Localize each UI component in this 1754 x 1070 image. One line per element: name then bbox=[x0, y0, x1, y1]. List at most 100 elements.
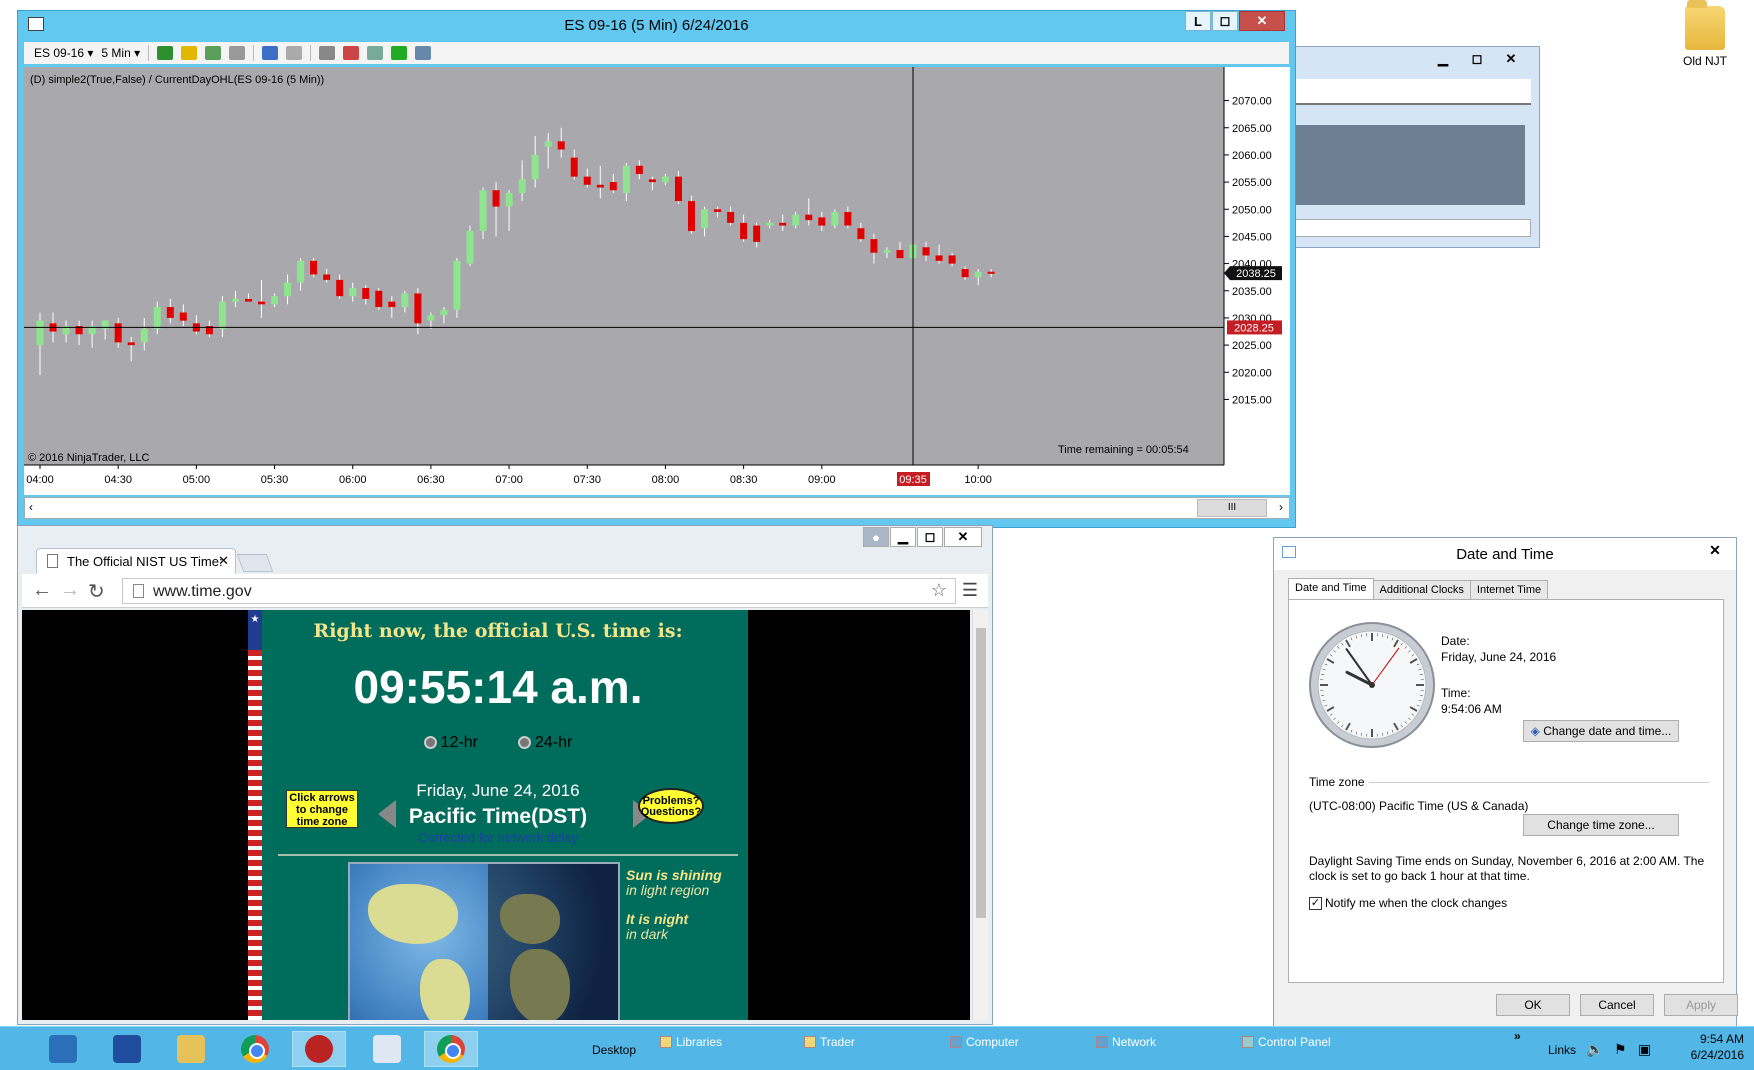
snapshot-icon[interactable] bbox=[367, 46, 384, 60]
night-shade bbox=[488, 864, 618, 1020]
chrome-window-icon[interactable] bbox=[424, 1031, 478, 1067]
notify-checkbox[interactable]: ✓ Notify me when the clock changes bbox=[1309, 896, 1507, 911]
menu-icon[interactable]: ☰ bbox=[962, 580, 978, 601]
apply-button[interactable]: Apply bbox=[1664, 994, 1738, 1016]
candle-body bbox=[362, 288, 370, 299]
data-box-icon[interactable] bbox=[343, 46, 360, 60]
control-panel-clock-icon[interactable] bbox=[360, 1031, 414, 1067]
tab-internet-time[interactable]: Internet Time bbox=[1469, 580, 1549, 599]
change-date-time-button[interactable]: ◈ Change date and time... bbox=[1523, 720, 1679, 742]
taskbar-link-libraries[interactable]: Libraries bbox=[660, 1035, 722, 1049]
chrome-icon[interactable] bbox=[228, 1031, 282, 1067]
date-time-dialog: Date and Time ✕ Date and Time Additional… bbox=[1273, 537, 1738, 1027]
daylight-map bbox=[348, 862, 620, 1020]
strategy-icon[interactable] bbox=[229, 46, 246, 60]
bookmark-star-icon[interactable]: ☆ bbox=[931, 580, 947, 601]
tab-close-icon[interactable]: ✕ bbox=[218, 553, 229, 569]
maximize-icon[interactable]: ◻ bbox=[917, 527, 943, 547]
instrument-selector[interactable]: ES 09-16 ▾ bbox=[34, 46, 93, 60]
format-24hr-radio[interactable]: 24-hr bbox=[518, 734, 572, 752]
interval-selector[interactable]: 5 Min ▾ bbox=[101, 46, 140, 60]
scroll-left-icon[interactable]: ‹ bbox=[29, 500, 33, 514]
taskbar-link-computer[interactable]: Computer bbox=[950, 1035, 1019, 1049]
new-tab-button[interactable] bbox=[236, 554, 274, 572]
candle-body bbox=[414, 293, 422, 324]
forward-icon[interactable]: → bbox=[60, 579, 80, 602]
candle-body bbox=[727, 211, 735, 223]
zoom-icon[interactable] bbox=[286, 46, 303, 60]
candle-body bbox=[596, 184, 604, 188]
dialog-titlebar[interactable]: Date and Time ✕ bbox=[1274, 538, 1736, 570]
taskbar-date: 6/24/2016 bbox=[1690, 1048, 1744, 1062]
change-time-zone-button[interactable]: Change time zone... bbox=[1523, 814, 1679, 836]
checkbox-icon[interactable]: ✓ bbox=[1309, 897, 1322, 911]
powershell-icon[interactable] bbox=[100, 1031, 154, 1067]
candle-body bbox=[635, 165, 643, 174]
taskbar: Desktop Libraries Trader Computer Networ… bbox=[0, 1026, 1754, 1070]
address-bar[interactable]: www.time.gov ☆ bbox=[122, 578, 956, 604]
minimize-icon[interactable]: ▁ bbox=[1427, 49, 1459, 69]
taskbar-link-trader[interactable]: Trader bbox=[804, 1035, 855, 1049]
link-l-button[interactable]: L bbox=[1185, 11, 1211, 31]
reload-icon[interactable]: ↻ bbox=[88, 579, 105, 604]
divider bbox=[1369, 782, 1709, 783]
folder-icon bbox=[1685, 0, 1725, 50]
bar-type-icon[interactable] bbox=[157, 46, 174, 60]
properties-icon[interactable] bbox=[319, 46, 336, 60]
north-america-shape bbox=[368, 884, 458, 944]
candle-body bbox=[844, 211, 852, 226]
tab-date-and-time[interactable]: Date and Time bbox=[1288, 578, 1374, 599]
server-manager-icon[interactable] bbox=[36, 1031, 90, 1067]
back-icon[interactable]: ← bbox=[32, 579, 52, 602]
user-icon[interactable]: ● bbox=[863, 527, 889, 547]
ok-button[interactable]: OK bbox=[1496, 994, 1570, 1016]
candle-body bbox=[153, 307, 161, 329]
links-toolbar-label[interactable]: Links bbox=[1548, 1043, 1576, 1057]
price-chart[interactable]: (D) simple2(True,False) / CurrentDayOHL(… bbox=[24, 67, 1290, 495]
volume-icon[interactable]: 🔈 bbox=[1586, 1041, 1603, 1058]
candle-body bbox=[740, 222, 748, 240]
page-icon bbox=[47, 554, 58, 568]
format-12hr-radio[interactable]: 12-hr bbox=[423, 734, 478, 752]
scroll-thumb[interactable] bbox=[976, 628, 986, 918]
file-explorer-icon[interactable] bbox=[164, 1031, 218, 1067]
close-icon[interactable]: ✕ bbox=[1495, 49, 1527, 69]
browser-vertical-scrollbar[interactable] bbox=[972, 610, 988, 1020]
maximize-icon[interactable]: ◻ bbox=[1212, 11, 1238, 31]
time-tick-label: 04:30 bbox=[104, 474, 132, 486]
taskbar-clock[interactable]: 9:54 AM 6/24/2016 bbox=[1691, 1031, 1744, 1063]
problems-button[interactable]: Problems? Questions? bbox=[638, 788, 704, 824]
indicator-icon[interactable] bbox=[205, 46, 222, 60]
taskbar-link-desktop[interactable]: Desktop bbox=[592, 1043, 636, 1057]
crosshair-icon[interactable] bbox=[262, 46, 279, 60]
dollar-icon[interactable] bbox=[391, 46, 408, 60]
drawing-tool-icon[interactable] bbox=[181, 46, 198, 60]
chart-horizontal-scrollbar[interactable]: ‹ III › bbox=[24, 497, 1290, 519]
ninjatrader-icon[interactable] bbox=[292, 1031, 346, 1067]
tab-additional-clocks[interactable]: Additional Clocks bbox=[1372, 580, 1471, 599]
network-tray-icon[interactable]: ▣ bbox=[1638, 1041, 1651, 1058]
minimize-icon[interactable]: ▁ bbox=[890, 527, 916, 547]
candle-body bbox=[531, 154, 539, 180]
taskbar-link-network[interactable]: Network bbox=[1096, 1035, 1156, 1049]
close-icon[interactable]: ✕ bbox=[1700, 542, 1730, 562]
links-overflow-icon[interactable]: » bbox=[1514, 1029, 1521, 1043]
time-tick-label: 07:00 bbox=[495, 474, 523, 486]
old-njt-folder-icon[interactable]: Old NJT bbox=[1660, 0, 1750, 68]
candle-body bbox=[922, 247, 930, 256]
close-icon[interactable]: ✕ bbox=[944, 527, 982, 547]
template-icon[interactable] bbox=[415, 46, 432, 60]
flag-icon[interactable]: ⚑ bbox=[1614, 1041, 1627, 1058]
time-tick-label: 04:00 bbox=[26, 474, 54, 486]
cancel-button[interactable]: Cancel bbox=[1580, 994, 1654, 1016]
chart-titlebar[interactable]: ES 09-16 (5 Min) 6/24/2016 L ◻ ✕ bbox=[18, 11, 1295, 41]
desktop-icon-label: Old NJT bbox=[1682, 54, 1727, 68]
divider bbox=[278, 854, 738, 856]
maximize-icon[interactable]: ◻ bbox=[1461, 49, 1493, 69]
taskbar-link-control-panel[interactable]: Control Panel bbox=[1242, 1035, 1331, 1049]
scroll-thumb[interactable]: III bbox=[1197, 499, 1267, 517]
candle-body bbox=[297, 260, 305, 283]
scroll-right-icon[interactable]: › bbox=[1279, 500, 1283, 514]
close-icon[interactable]: ✕ bbox=[1239, 11, 1285, 31]
browser-tab[interactable]: The Official NIST US Time: ✕ bbox=[36, 548, 236, 574]
